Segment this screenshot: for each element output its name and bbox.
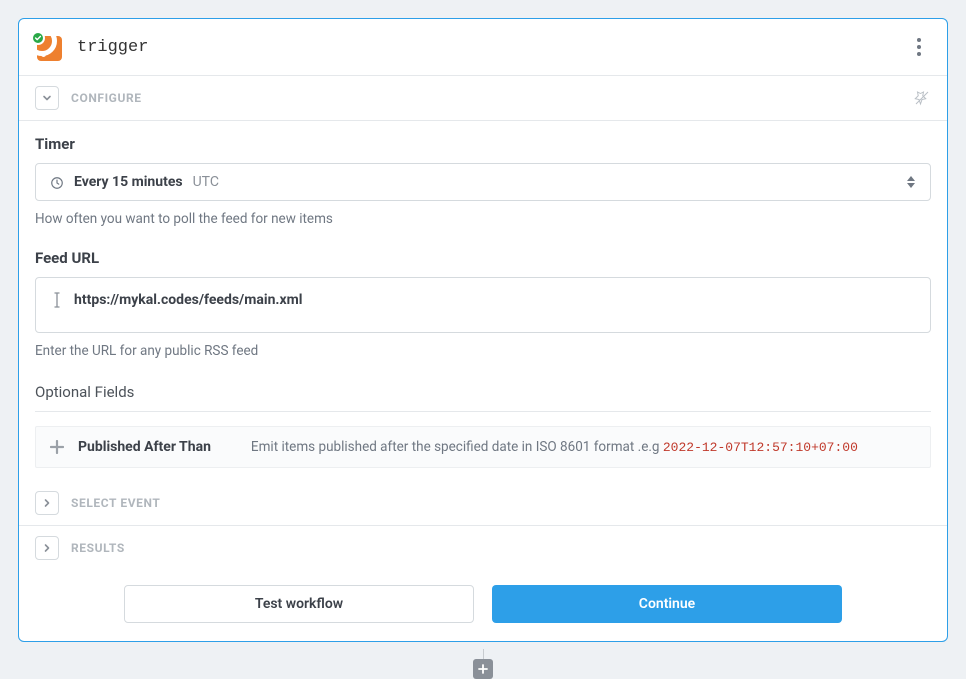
optional-field-published-after[interactable]: Published After Than Emit items publishe…: [35, 426, 931, 468]
plus-icon: [50, 439, 66, 455]
panel-footer: Test workflow Continue: [19, 570, 947, 641]
configure-body: Timer Every 15 minutes UTC How often you…: [19, 121, 947, 481]
timer-label: Timer: [35, 135, 931, 153]
select-arrows-icon: [906, 176, 916, 188]
chevron-right-icon[interactable]: [35, 491, 59, 515]
optional-field-desc: Emit items published after the specified…: [251, 439, 858, 455]
section-configure-label: CONFIGURE: [71, 91, 142, 105]
text-cursor-icon: [50, 292, 64, 308]
timer-hint: How often you want to poll the feed for …: [35, 211, 931, 227]
chevron-down-icon[interactable]: [35, 86, 59, 110]
optional-field-example: 2022-12-07T12:57:10+07:00: [663, 440, 858, 455]
test-workflow-button[interactable]: Test workflow: [124, 585, 474, 623]
chevron-right-icon[interactable]: [35, 536, 59, 560]
section-results-label: RESULTS: [71, 541, 125, 555]
timer-tz: UTC: [193, 174, 219, 190]
optional-field-name: Published After Than: [78, 439, 211, 455]
feed-url-hint: Enter the URL for any public RSS feed: [35, 343, 931, 359]
panel-header: trigger: [19, 19, 947, 76]
continue-button[interactable]: Continue: [492, 585, 842, 623]
step-title: trigger: [77, 38, 148, 57]
add-step-handle: [472, 649, 494, 679]
kebab-menu-icon[interactable]: [907, 34, 931, 60]
feed-url-field-wrap[interactable]: [35, 277, 931, 333]
optional-fields-header: Optional Fields: [35, 383, 931, 412]
unpin-icon[interactable]: [913, 89, 931, 107]
timer-select[interactable]: Every 15 minutes UTC: [35, 163, 931, 201]
check-badge-icon: [31, 31, 45, 45]
add-step-button[interactable]: [473, 659, 493, 679]
rss-app-icon: [35, 33, 63, 61]
section-select-event-label: SELECT EVENT: [71, 496, 160, 510]
optional-field-desc-text: Emit items published after the specified…: [251, 439, 663, 455]
feed-url-label: Feed URL: [35, 249, 931, 267]
section-select-event[interactable]: SELECT EVENT: [19, 481, 947, 526]
feed-url-input[interactable]: [74, 292, 916, 308]
trigger-config-panel: trigger CONFIGURE Timer Every 15 minutes…: [18, 18, 948, 642]
section-configure[interactable]: CONFIGURE: [19, 76, 947, 121]
clock-icon: [50, 175, 64, 189]
connector-line: [483, 649, 484, 659]
timer-value: Every 15 minutes: [74, 174, 183, 190]
section-results[interactable]: RESULTS: [19, 526, 947, 570]
